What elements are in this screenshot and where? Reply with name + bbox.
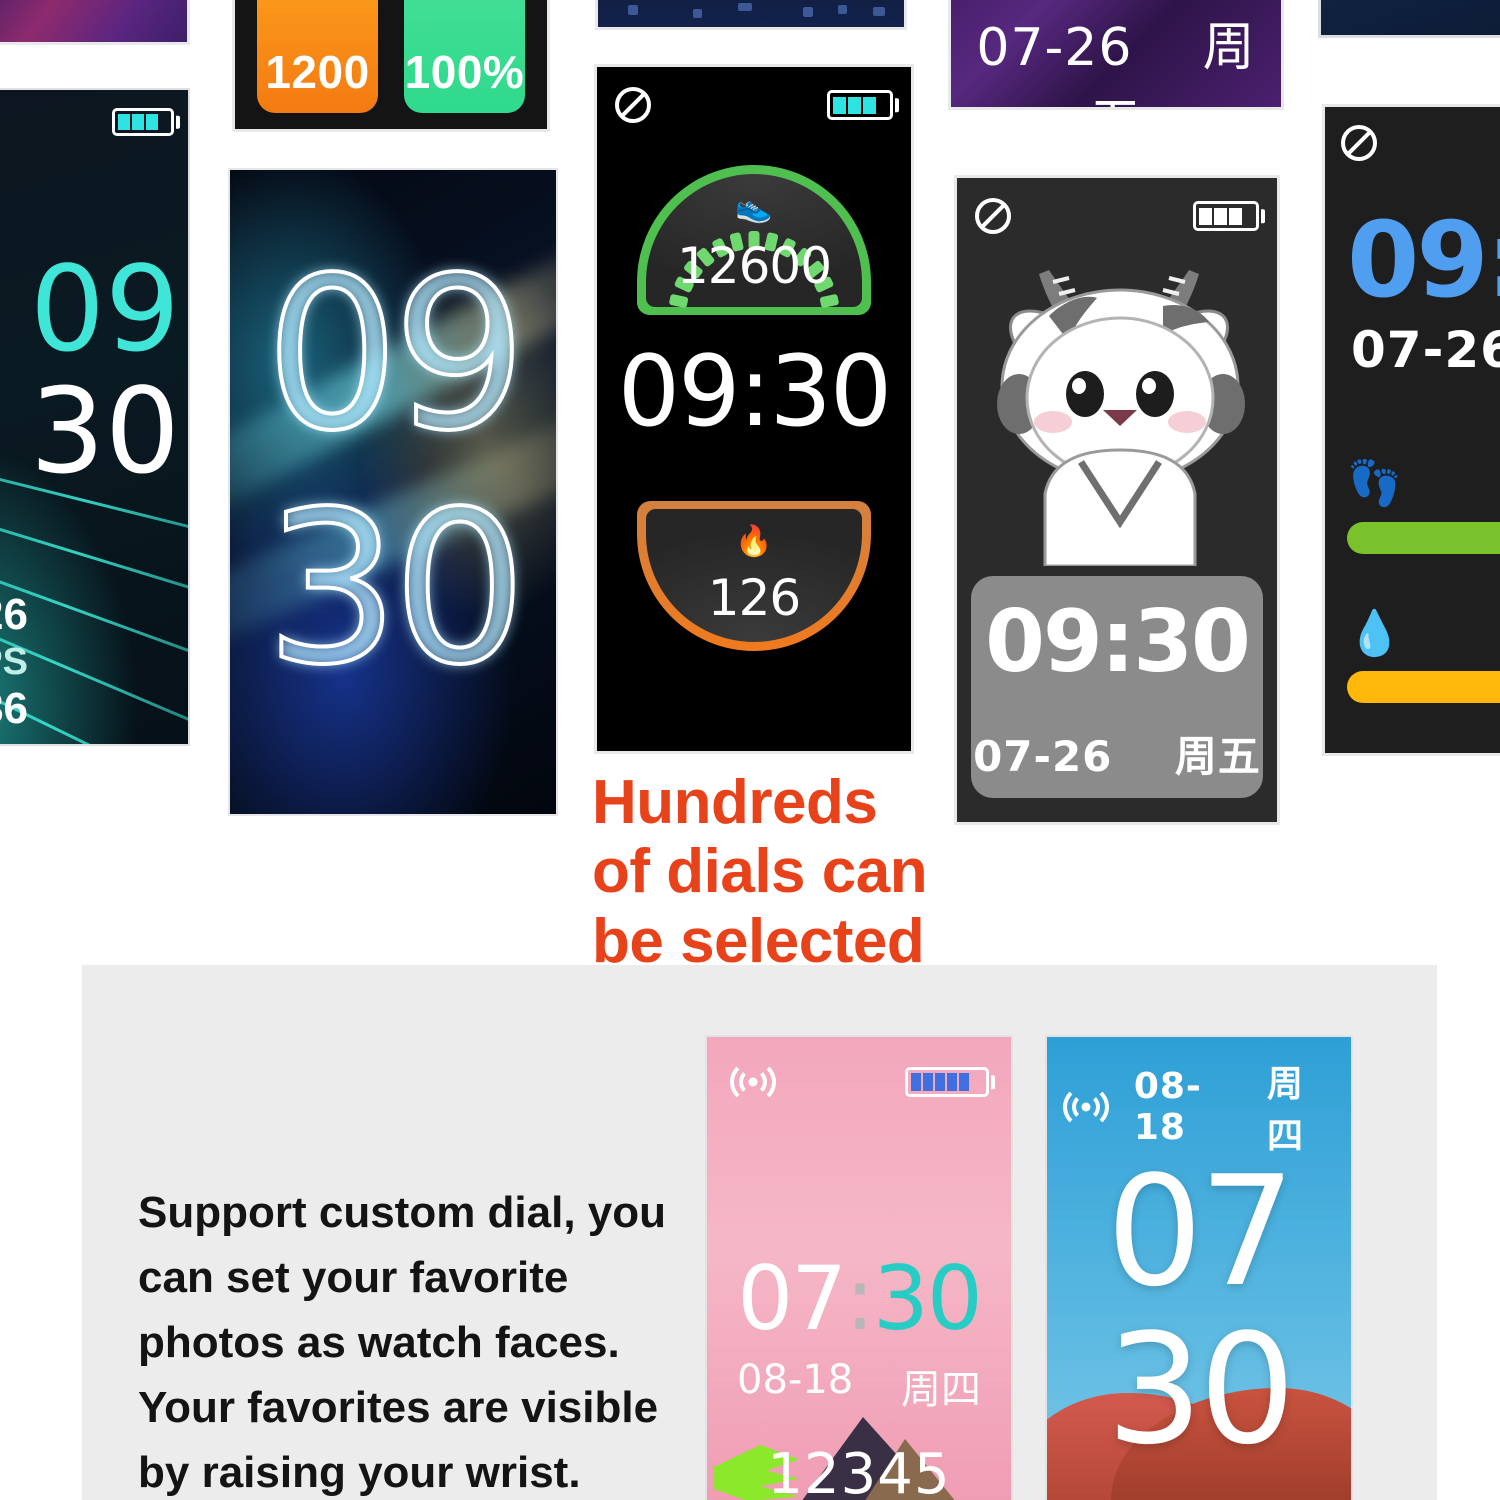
stats-calories-bar	[1347, 671, 1500, 703]
navy-night-dial[interactable]	[595, 0, 907, 30]
heart-rate-dial[interactable]: ♥ 88	[1318, 0, 1500, 38]
cyan-metric-3: 86	[0, 684, 28, 734]
calories-tile[interactable]: 👣 1200	[257, 0, 378, 113]
cyan-dial-hours: 09	[29, 240, 180, 378]
cyan-streak-dial[interactable]: 09 30 26 PS 86	[0, 88, 190, 746]
purple-date-dial[interactable]: 09:30 07-26 周五	[948, 0, 1284, 110]
flame-icon: 💧	[1347, 609, 1402, 658]
pink-dial-date: 08-18	[737, 1357, 854, 1403]
pink-dial-weekday: 周四	[901, 1367, 981, 1413]
pink-dial-hours: 07	[737, 1247, 847, 1350]
sports-gauge-dial[interactable]: 👟 12600 09:30 🔥 126	[594, 64, 914, 754]
steps-gauge: 👟 12600	[637, 165, 871, 315]
stats-bars-dial[interactable]: 09: 07-26 👣 1 💧	[1322, 104, 1500, 756]
pink-dial-steps: 12345	[767, 1442, 951, 1500]
stats-dial-date: 07-26	[1351, 321, 1500, 379]
no-disturb-icon	[615, 87, 651, 123]
heart-rate-value: 88	[1380, 0, 1452, 7]
panda-weekday-value: 周五	[1174, 732, 1261, 781]
pink-dial-colon: :	[845, 1247, 875, 1350]
shoe-icon: 👟	[735, 191, 773, 224]
neon-outline-dial[interactable]: 09 30	[228, 168, 558, 816]
blue-dial-date: 08-18	[1133, 1066, 1202, 1148]
calories-tile-value: 1200	[265, 46, 370, 98]
pink-custom-dial[interactable]: 07:30 08-18 周四 12345	[705, 1035, 1013, 1500]
cyan-dial-metrics: 26 PS 86	[0, 590, 28, 735]
pink-dial-time: 07:30	[707, 1255, 1011, 1343]
battery-tile[interactable]: ● 100%	[404, 0, 525, 113]
product-feature-image: 09:30 09 30 26	[0, 0, 1500, 1500]
purple-date-value: 07-26	[976, 18, 1133, 78]
battery-icon	[1193, 201, 1265, 231]
battery-icon	[112, 108, 180, 136]
signal-waves-icon	[1063, 1085, 1110, 1129]
calories-gauge: 🔥 126	[637, 501, 871, 651]
heart-rate-readout: ♥ 88	[1331, 0, 1453, 7]
panda-cartoon-dial[interactable]: 09:30 07-26 周五	[954, 175, 1280, 825]
panda-dial-date: 07-26 周五	[971, 723, 1263, 784]
sports-dial-time: 09:30	[617, 335, 892, 449]
blue-dial-minutes: 30	[1106, 1301, 1295, 1478]
neon-dial-hours: 09	[263, 232, 528, 477]
stats-steps-bar	[1347, 522, 1500, 554]
calories-value: 126	[707, 569, 801, 627]
no-disturb-icon	[1341, 125, 1377, 161]
body-copy-text: Support custom dial, you can set your fa…	[138, 1188, 667, 1498]
purple-gradient-dial[interactable]: 09:30	[0, 0, 190, 45]
tiles-dial[interactable]: 👣 1200 ● 100%	[232, 0, 550, 132]
headline-line-1: Hundreds	[592, 768, 878, 837]
panda-time-card: 09:30 07-26 周五	[971, 576, 1263, 798]
stats-calories-metric: 💧	[1347, 607, 1500, 703]
panda-date-value: 07-26	[973, 732, 1113, 781]
flame-icon: 🔥	[735, 525, 773, 558]
no-disturb-icon	[975, 198, 1011, 234]
pink-dial-date-row: 08-18 周四	[737, 1357, 981, 1415]
battery-tile-value: 100%	[404, 46, 525, 98]
blue-dial-hours: 07	[1106, 1143, 1295, 1320]
purple-date-dial-date: 07-26 周五	[951, 5, 1281, 107]
cyan-dial-minutes: 30	[29, 362, 180, 500]
steps-value: 12600	[676, 237, 832, 295]
battery-full-icon	[905, 1067, 995, 1097]
footprints-icon: 👣	[1347, 458, 1402, 508]
headline-line-2: of dials can	[592, 837, 928, 907]
signal-waves-icon	[729, 1060, 777, 1104]
stats-dial-time: 09:	[1347, 199, 1500, 321]
heart-icon: ♥	[1331, 0, 1372, 4]
battery-icon	[827, 90, 899, 120]
page-headline: Hundreds of dials can be selected	[592, 768, 992, 976]
stats-steps-metric: 👣 1	[1347, 455, 1500, 554]
blue-desert-custom-dial[interactable]: 08-18 周四 07 30	[1045, 1035, 1353, 1500]
neon-dial-minutes: 30	[263, 466, 528, 711]
cyan-metric-1: 26	[0, 590, 28, 639]
panda-illustration	[957, 236, 1277, 568]
headline-line-3: be selected	[592, 906, 925, 976]
panda-dial-time: 09:30	[985, 592, 1251, 692]
pink-dial-minutes: 30	[872, 1247, 983, 1350]
cyan-metric-2: PS	[0, 640, 28, 683]
